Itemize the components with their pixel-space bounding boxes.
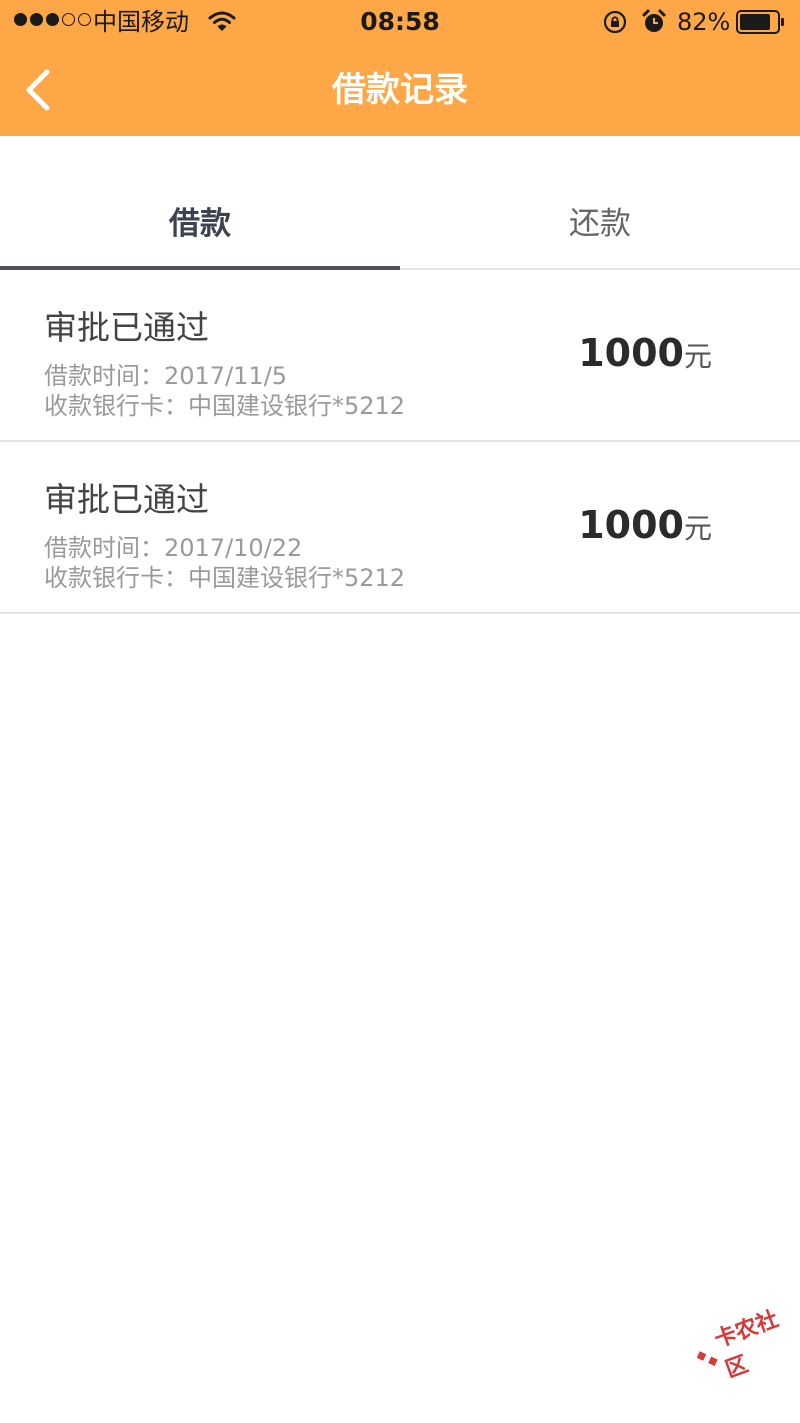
record-status: 审批已通过 [44,308,209,347]
record-amount: 1000元 [578,328,712,386]
record-status: 审批已通过 [44,480,209,519]
battery-icon [736,10,786,38]
page-title: 借款记录 [332,70,468,110]
loan-record-item[interactable]: 审批已通过 借款时间：2017/11/5 收款银行卡：中国建设银行*5212 1… [0,270,800,442]
record-bank-card: 收款银行卡：中国建设银行*5212 [44,564,406,592]
battery-percentage: 82% [677,8,731,36]
record-date: 借款时间：2017/11/5 [44,362,288,390]
alarm-icon [641,8,667,40]
record-date: 借款时间：2017/10/22 [44,534,303,562]
amount-unit: 元 [683,340,712,373]
orientation-lock-icon [602,9,628,39]
amount-value: 1000 [578,331,684,375]
tab-repay[interactable]: 还款 [400,180,800,270]
record-bank-card: 收款银行卡：中国建设银行*5212 [44,392,406,420]
amount-value: 1000 [578,503,684,547]
watermark-text: 卡农社区 [711,1306,782,1384]
tab-borrow[interactable]: 借款 [0,180,400,270]
amount-unit: 元 [683,512,712,545]
app-header: 中国移动 08:58 82% 借款记录 [0,0,800,136]
watermark-logo-icon [696,1351,718,1367]
record-amount: 1000元 [578,500,712,558]
watermark-logo: 卡农社区 [687,1297,800,1392]
status-bar: 中国移动 08:58 82% [0,0,800,44]
tab-bar: 借款 还款 [0,180,800,270]
loan-record-item[interactable]: 审批已通过 借款时间：2017/10/22 收款银行卡：中国建设银行*5212 … [0,442,800,614]
